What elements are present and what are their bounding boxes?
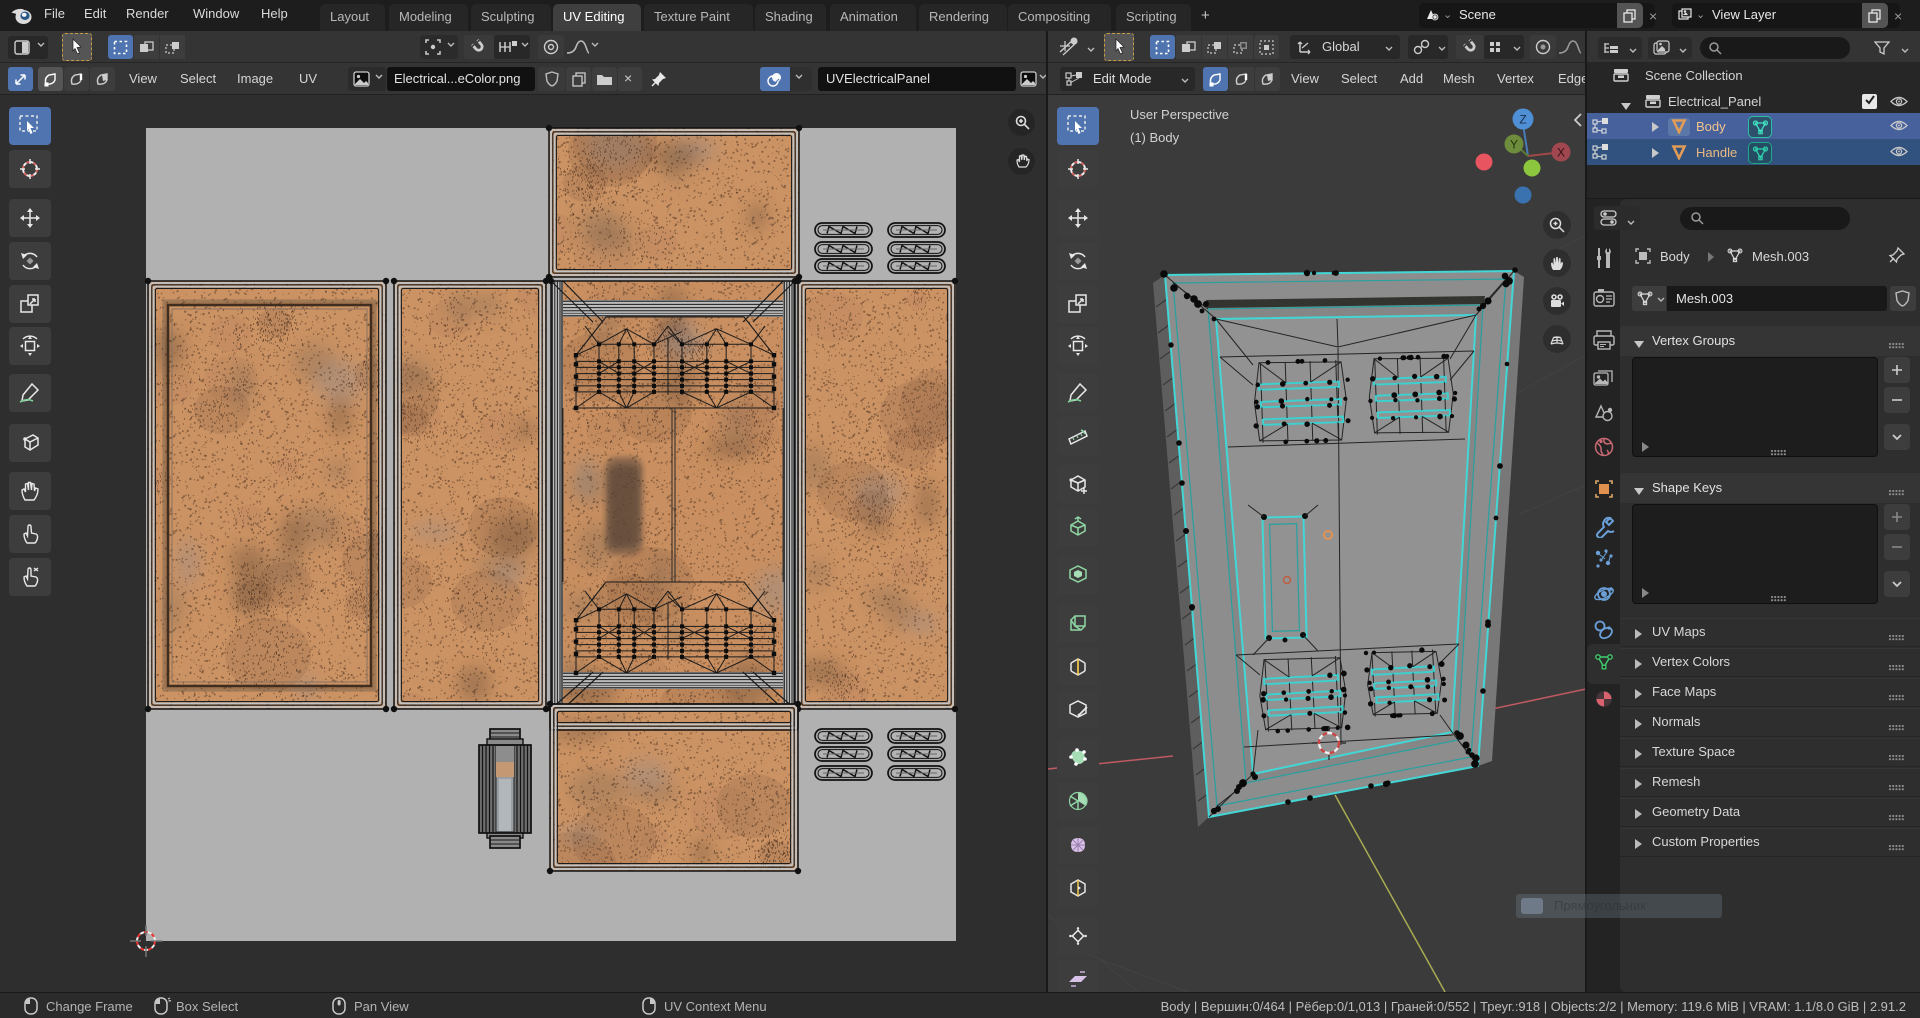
svg-text:Y: Y [1510,138,1518,152]
svg-text:Z: Z [1519,113,1526,127]
svg-text:X: X [1557,146,1565,160]
